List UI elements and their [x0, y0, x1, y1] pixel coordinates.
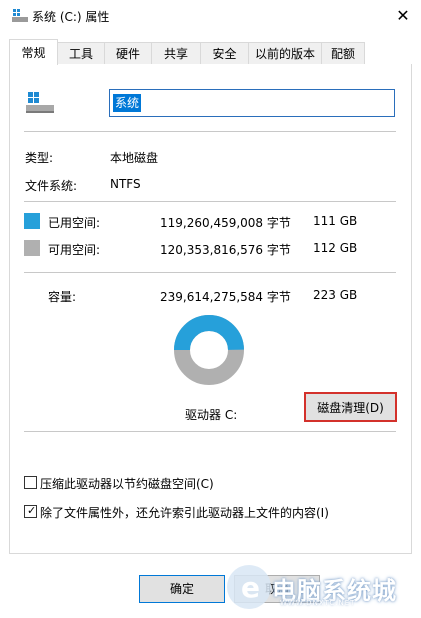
drive-name-value: 系统: [113, 94, 142, 112]
free-space-size: 112 GB: [313, 241, 358, 255]
tab-previous-versions[interactable]: 以前的版本: [248, 42, 322, 64]
ok-button[interactable]: 确定: [139, 575, 225, 603]
free-space-swatch: [24, 240, 40, 256]
index-check-mark: ✓: [27, 504, 37, 517]
drive-icon: [12, 9, 28, 23]
windows-drive-icon: [26, 92, 56, 116]
used-space-label: 已用空间:: [48, 216, 101, 230]
tab-sharing[interactable]: 共享: [151, 42, 201, 64]
disk-usage-donut: [172, 313, 246, 387]
compress-checkbox[interactable]: [24, 476, 37, 489]
free-space-label: 可用空间:: [48, 243, 101, 257]
tab-hardware[interactable]: 硬件: [104, 42, 152, 64]
filesystem-value: NTFS: [110, 177, 141, 191]
capacity-label: 容量:: [48, 290, 77, 304]
tab-tools[interactable]: 工具: [57, 42, 105, 64]
capacity-size: 223 GB: [313, 288, 358, 302]
type-value: 本地磁盘: [110, 151, 159, 165]
close-button[interactable]: ✕: [393, 6, 413, 26]
site-watermark: e 电脑系统城 WWW.DNXTC.NET: [218, 553, 421, 615]
drive-letter-label: 驱动器 C:: [185, 408, 238, 422]
filesystem-label: 文件系统:: [25, 179, 78, 193]
type-label: 类型:: [25, 151, 54, 165]
capacity-bytes: 239,614,275,584 字节: [160, 290, 291, 304]
index-label: 除了文件属性外，还允许索引此驱动器上文件的内容(I): [40, 506, 329, 520]
free-space-bytes: 120,353,816,576 字节: [160, 243, 291, 257]
tab-quota[interactable]: 配额: [321, 42, 365, 64]
tab-security[interactable]: 安全: [200, 42, 249, 64]
divider: [24, 272, 396, 273]
divider: [24, 201, 396, 202]
window-title: 系统 (C:) 属性: [32, 10, 110, 24]
used-space-bytes: 119,260,459,008 字节: [160, 216, 291, 230]
divider: [24, 431, 396, 432]
disk-cleanup-button[interactable]: 磁盘清理(D): [304, 392, 397, 422]
watermark-url: WWW.DNXTC.NET: [280, 599, 356, 607]
index-checkbox[interactable]: ✓: [24, 504, 37, 518]
svg-text:e: e: [241, 571, 260, 604]
used-space-swatch: [24, 213, 40, 229]
tab-general[interactable]: 常规: [9, 39, 58, 65]
compress-label: 压缩此驱动器以节约磁盘空间(C): [40, 477, 214, 491]
used-space-size: 111 GB: [313, 214, 358, 228]
drive-name-input[interactable]: 系统: [109, 89, 395, 117]
divider: [24, 131, 396, 132]
